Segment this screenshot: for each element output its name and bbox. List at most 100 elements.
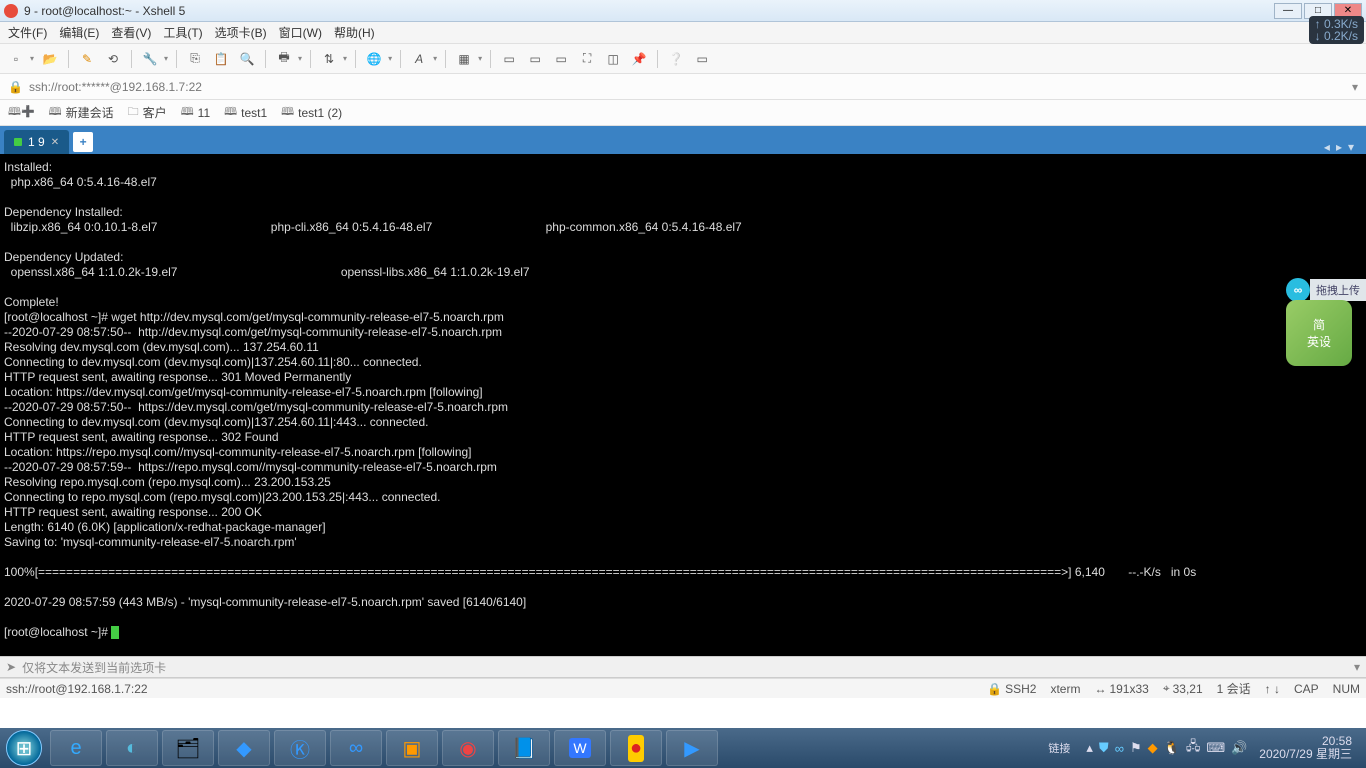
floating-app-widget[interactable]: 简 英设 [1286, 300, 1352, 366]
terminal-text: Installed: php.x86_64 0:5.4.16-48.el7 De… [4, 160, 1196, 639]
tab-prev-icon[interactable]: ◂ [1324, 140, 1330, 154]
font-icon[interactable]: A [409, 49, 429, 69]
menu-file[interactable]: 文件(F) [8, 24, 47, 41]
tray-net-icon[interactable]: 🖧 [1186, 737, 1201, 759]
copy-icon[interactable]: ⎘ [185, 49, 205, 69]
ontop-icon[interactable]: 📌 [629, 49, 649, 69]
lock-small-icon: 🔒 [987, 682, 1002, 696]
network-speed-overlay: ↑ 0.3K/s ↓ 0.2K/s [1309, 16, 1364, 44]
tray-date: 2020/7/29 星期三 [1259, 748, 1352, 761]
folder-bookmark-icon: 🗀 [128, 103, 139, 122]
tab-add-button[interactable]: + [73, 132, 93, 152]
taskbar-capture[interactable]: ▶ [666, 730, 718, 766]
folder-icon: 🗂 [175, 736, 200, 761]
status-cursor: ⌖33,21 [1163, 681, 1203, 696]
compose-icon[interactable]: ▭ [551, 49, 571, 69]
paste-icon[interactable]: 📋 [211, 49, 231, 69]
address-bar: 🔒 ssh://root:******@192.168.1.7:22 ▾ [0, 74, 1366, 100]
print-icon[interactable]: 🖶 [274, 49, 294, 69]
find-icon[interactable]: 🔍 [237, 49, 257, 69]
tab-nav: ◂ ▸ ▾ [1316, 140, 1362, 154]
capture-icon: ▶ [684, 736, 699, 761]
menu-tabs[interactable]: 选项卡(B) [215, 24, 267, 41]
session-test1[interactable]: 🕮test1 [224, 103, 267, 122]
start-button[interactable]: ⊞ [6, 730, 42, 766]
float-app-line1: 简 [1313, 316, 1325, 333]
status-num: NUM [1333, 682, 1360, 696]
taskbar-record[interactable]: ● [610, 730, 662, 766]
tunnel-icon[interactable]: ▭ [525, 49, 545, 69]
tray-clock[interactable]: 20:58 2020/7/29 星期三 [1253, 735, 1358, 761]
taskbar-kugou[interactable]: Ⓚ [274, 730, 326, 766]
titlebar: 9 - root@localhost:~ - Xshell 5 — □ ✕ [0, 0, 1366, 22]
drag-upload-widget[interactable]: ∞ 拖拽上传 [1286, 278, 1366, 302]
taskbar-ie[interactable]: e [50, 730, 102, 766]
taskbar-app1[interactable]: ◆ [218, 730, 270, 766]
send-icon[interactable]: ➤ [6, 660, 16, 674]
tray-volume-icon[interactable]: 🔊 [1231, 740, 1247, 756]
cloud-upload-icon: ∞ [1286, 278, 1310, 302]
fullscreen-icon[interactable]: ⛶ [577, 49, 597, 69]
minimize-button[interactable]: — [1274, 3, 1302, 19]
hosts-icon[interactable]: ▭ [499, 49, 519, 69]
taskbar-explorer[interactable]: 🗂 [162, 730, 214, 766]
bookmark-icon: 🕮 [181, 103, 194, 122]
menu-edit[interactable]: 编辑(E) [59, 24, 99, 41]
taskbar-notes[interactable]: 📘 [498, 730, 550, 766]
menu-view[interactable]: 查看(V) [111, 24, 151, 41]
globe-icon[interactable]: 🌐 [364, 49, 384, 69]
lock-icon: 🔒 [8, 80, 23, 94]
tray-cloud-icon[interactable]: ∞ [1115, 741, 1124, 756]
sogou-icon: ◐ [126, 737, 138, 760]
taskbar-wps[interactable]: W [554, 730, 606, 766]
tray-flag-icon[interactable]: ⚑ [1130, 740, 1142, 756]
taskbar-browser[interactable]: ◐ [106, 730, 158, 766]
taskbar-vm[interactable]: ▣ [386, 730, 438, 766]
tray-up-icon[interactable]: ▴ [1086, 740, 1093, 756]
address-dropdown-icon[interactable]: ▾ [1352, 80, 1358, 94]
tab-list-icon[interactable]: ▾ [1348, 140, 1354, 154]
menu-help[interactable]: 帮助(H) [334, 24, 375, 41]
baidu-cloud-icon: ∞ [349, 737, 363, 760]
terminal-output[interactable]: Installed: php.x86_64 0:5.4.16-48.el7 De… [0, 154, 1366, 656]
bookmark-icon: 🕮 [281, 103, 294, 122]
tray-shield-icon[interactable]: ⛊ [1099, 740, 1109, 756]
new-session-button[interactable]: 🕮新建会话 [49, 103, 114, 122]
tray-links-label[interactable]: 链接 [1040, 740, 1078, 756]
sessions-bar: 🕮➕ 🕮新建会话 🗀客户 🕮11 🕮test1 🕮test1 (2) [0, 100, 1366, 126]
connected-indicator-icon [14, 138, 22, 146]
send-dropdown-icon[interactable]: ▾ [1354, 660, 1360, 674]
about-icon[interactable]: ▭ [692, 49, 712, 69]
transfer-icon[interactable]: ⇅ [319, 49, 339, 69]
menu-window[interactable]: 窗口(W) [279, 24, 322, 41]
system-tray: ▴ ⛊ ∞ ⚑ ◆ 🐧 🖧 ⌨ 🔊 20:58 2020/7/29 星期三 [1078, 735, 1366, 761]
colors-icon[interactable]: ▦ [454, 49, 474, 69]
size-icon: ↔ [1094, 682, 1106, 696]
session-11[interactable]: 🕮11 [181, 103, 210, 122]
transparent-icon[interactable]: ◫ [603, 49, 623, 69]
tab-close-icon[interactable]: ✕ [51, 137, 59, 148]
taskbar-baidu[interactable]: ∞ [330, 730, 382, 766]
menu-tools[interactable]: 工具(T) [163, 24, 202, 41]
tray-app-icon[interactable]: ◆ [1148, 740, 1158, 756]
session-test1-2[interactable]: 🕮test1 (2) [281, 103, 342, 122]
send-to-text[interactable]: 仅将文本发送到当前选项卡 [22, 659, 1354, 676]
tray-qq-icon[interactable]: 🐧 [1164, 740, 1180, 756]
open-icon[interactable]: 📂 [40, 49, 60, 69]
xshell-app-icon [4, 4, 18, 18]
wps-icon: W [569, 738, 590, 758]
properties-icon[interactable]: 🔧 [140, 49, 160, 69]
reconnect-icon[interactable]: ✎ [77, 49, 97, 69]
add-bookmark-button[interactable]: 🕮➕ [8, 103, 35, 122]
tab-next-icon[interactable]: ▸ [1336, 140, 1342, 154]
disconnect-icon[interactable]: ⟲ [103, 49, 123, 69]
tab-active[interactable]: 1 9 ✕ [4, 130, 69, 154]
address-url[interactable]: ssh://root:******@192.168.1.7:22 [29, 80, 1352, 94]
tray-input-icon[interactable]: ⌨ [1206, 740, 1225, 756]
taskbar-xshell[interactable]: ◉ [442, 730, 494, 766]
guest-button[interactable]: 🗀客户 [128, 103, 167, 122]
new-icon[interactable]: ▫ [6, 49, 26, 69]
tab-label: 1 9 [28, 135, 45, 149]
help-icon[interactable]: ❔ [666, 49, 686, 69]
record-icon: ● [628, 735, 644, 762]
